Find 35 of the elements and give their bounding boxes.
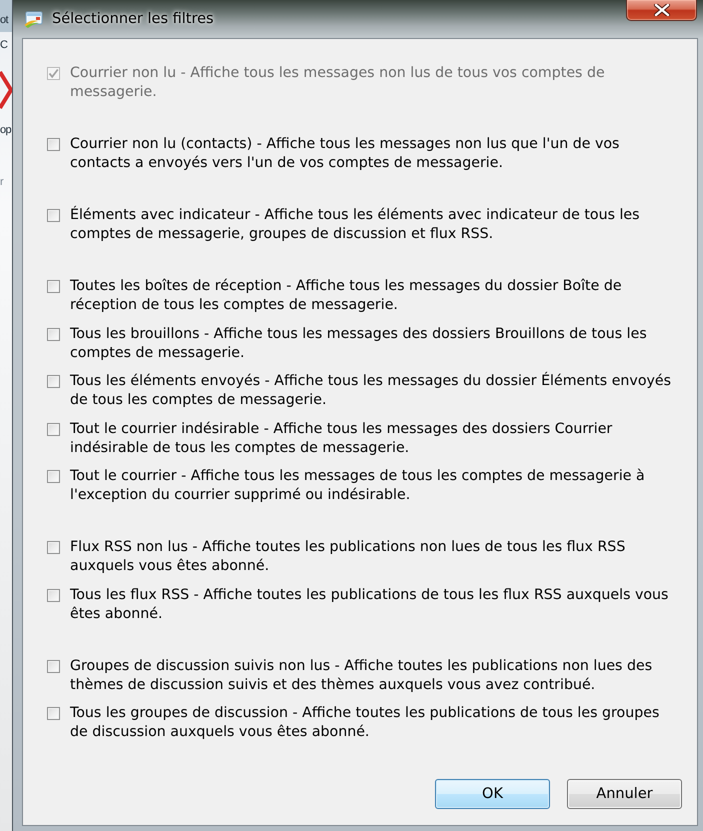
close-button[interactable] <box>626 0 697 21</box>
background-text: op <box>0 123 12 137</box>
filter-description: Courrier non lu (contacts) - Affiche tous les messages non lus que l'un de vos contacts a envoyés vers l'un de vos comptes de messagerie. <box>70 135 620 173</box>
checkbox[interactable] <box>47 280 60 293</box>
checkbox[interactable] <box>47 422 60 436</box>
checkbox[interactable] <box>47 209 60 222</box>
checkbox[interactable] <box>47 588 60 602</box>
filter-description: Flux RSS non lus - Affiche toutes les publications non lues de tous les flux RSS auxquels vous êtes abonné. <box>70 538 626 576</box>
filter-description: Toutes les boîtes de réception - Affiche tous les messages du dossier Boîte de réception de tous les comptes de messagerie. <box>70 277 623 315</box>
cancel-button[interactable]: Annuler <box>567 779 682 809</box>
filter-description: Tous les éléments envoyés - Affiche tous les messages du dossier Éléments envoyés de tous les comptes de messagerie. <box>70 372 672 410</box>
ok-button[interactable]: OK <box>435 779 550 809</box>
checkbox[interactable] <box>47 660 60 672</box>
checkbox[interactable] <box>47 138 60 151</box>
background-text: ot <box>0 13 8 27</box>
app-icon <box>24 10 44 28</box>
chevron-icon <box>0 70 12 110</box>
checkbox[interactable] <box>47 470 60 483</box>
filter-description: Tous les flux RSS - Affiche toutes les publications de tous les flux RSS auxquels vous êtes abonné. <box>70 586 670 624</box>
filter-description: Tous les brouillons - Affiche tous les messages des dossiers Brouillons de tous les comptes de messagerie. <box>70 324 648 362</box>
filter-description: Tout le courrier - Affiche tous les messages de tous les comptes de messagerie à l'exception du courrier supprimé ou indésirable. <box>70 467 646 505</box>
close-icon <box>654 4 670 16</box>
checkbox[interactable] <box>47 541 60 554</box>
checkmark-icon <box>48 68 59 79</box>
checkbox[interactable] <box>47 375 60 388</box>
filter-description: Tout le courrier indésirable - Affiche tous les messages des dossiers Courrier indésirable de tous les comptes de messagerie. <box>70 420 614 458</box>
filter-description: Groupes de discussion suivis non lus - Affiche toutes les publications non lues des thèmes de discussion suivis et des thèmes auxquels vous avez contribué. <box>70 656 654 694</box>
checkbox[interactable] <box>47 707 60 720</box>
background-text: C <box>0 38 8 52</box>
filter-description: Courrier non lu - Affiche tous les messages non lus de tous vos comptes de messagerie. <box>70 64 606 102</box>
background-text: r <box>0 175 4 189</box>
filter-description: Tous les groupes de discussion - Affiche toutes les publications de tous les groupes de discussion auxquels vous êtes abonné. <box>70 704 660 742</box>
filter-description: Éléments avec indicateur - Affiche tous les éléments avec indicateur de tous les comptes de messagerie, groupes de discussion et flux RSS. <box>70 206 641 244</box>
window-title: Sélectionner les filtres <box>52 11 214 27</box>
checkbox[interactable] <box>47 328 60 340</box>
